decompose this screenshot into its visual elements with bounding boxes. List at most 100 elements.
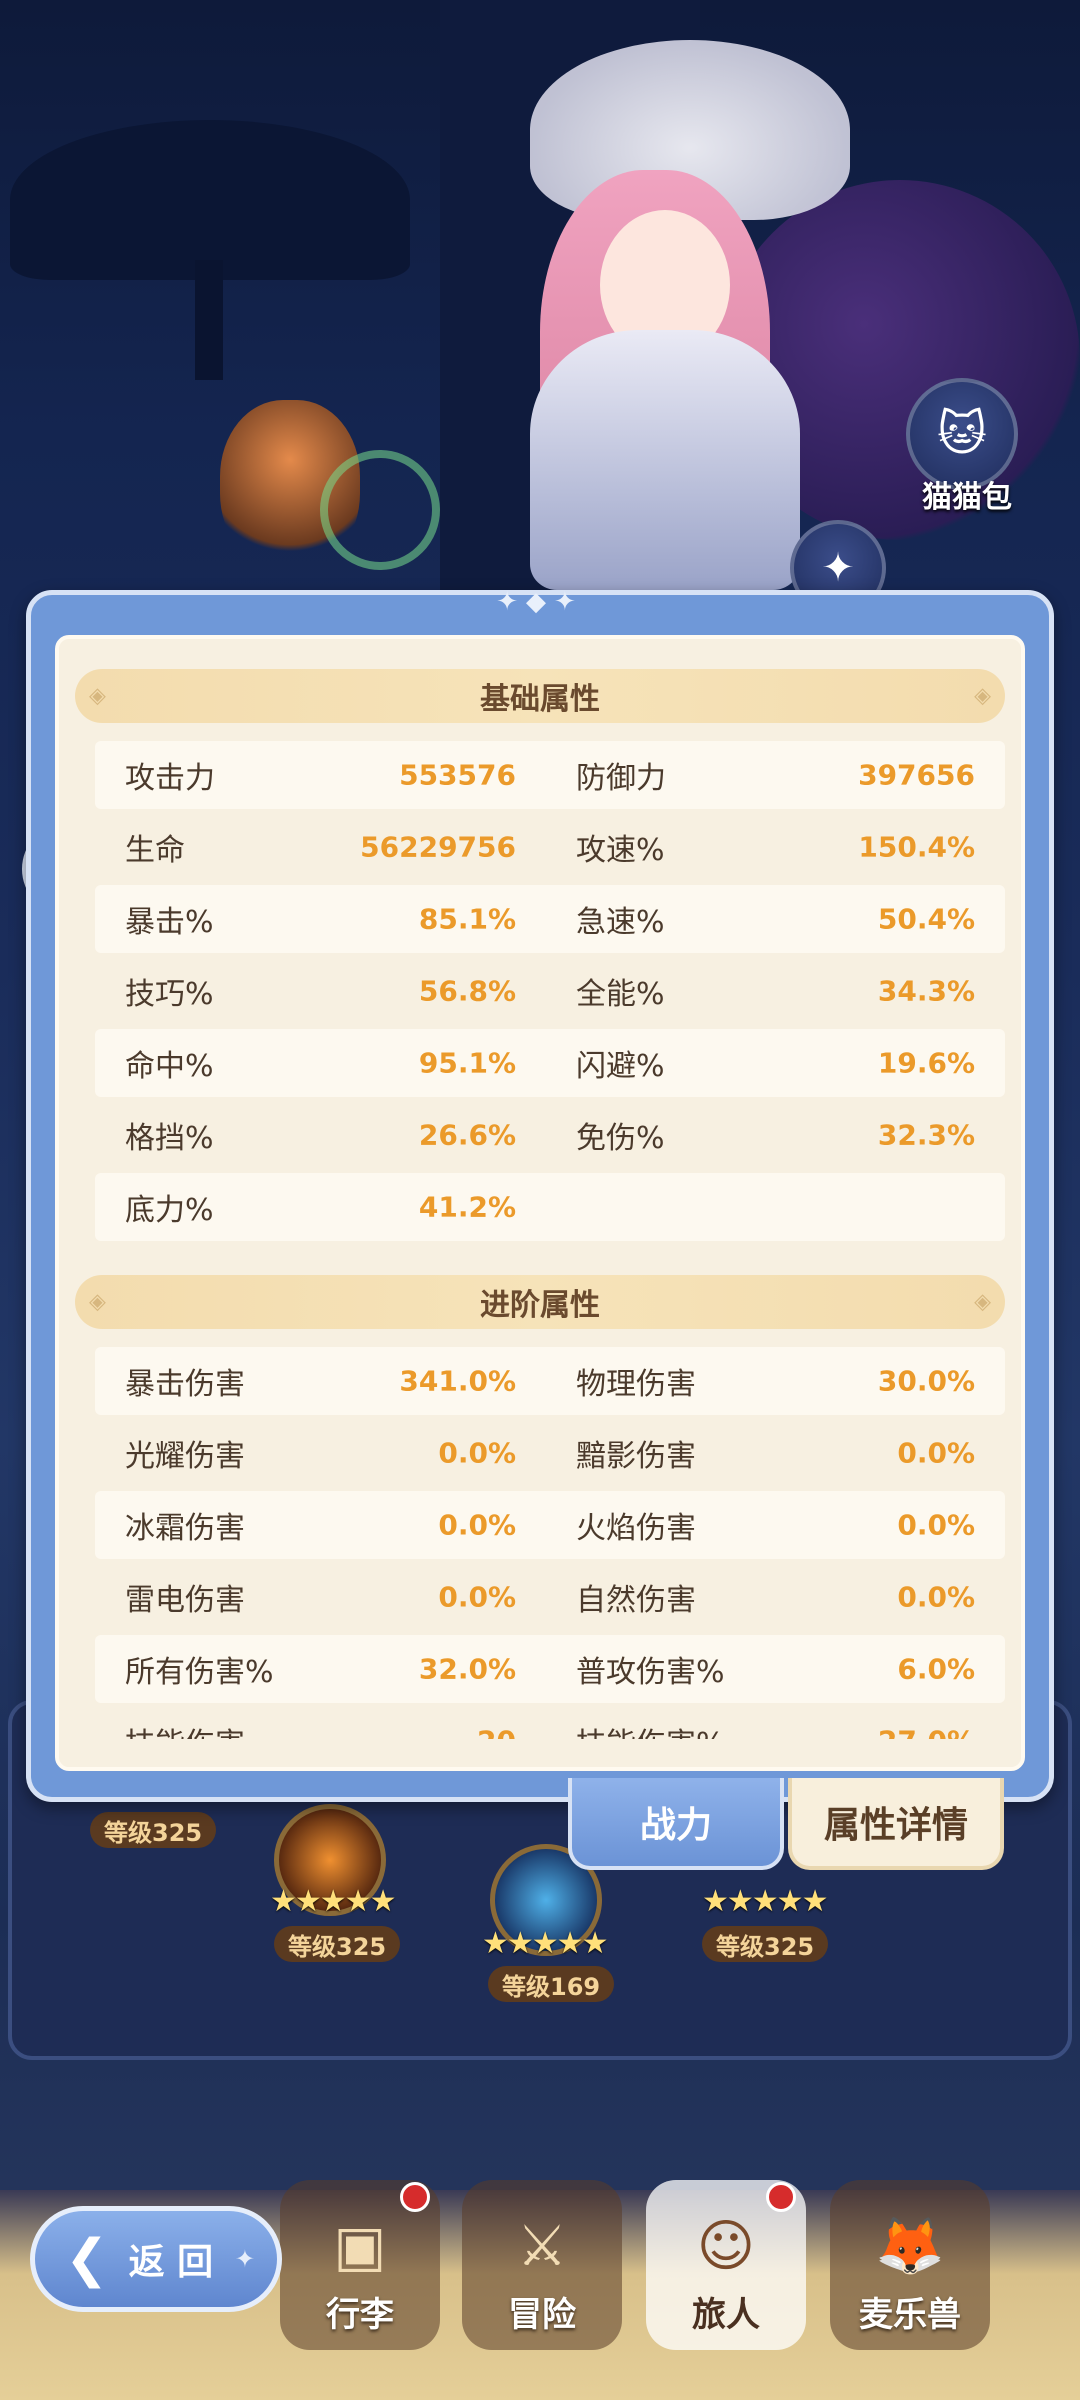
star-rating-icon: ★★★★★ [270,1884,396,1919]
stat-name: 命中% [125,1049,214,1084]
stat-value: 85.1% [418,902,516,936]
back-button[interactable]: ❮ 返 回 ✦ [30,2206,282,2312]
stat-value: 0.0% [897,1580,975,1614]
stat-name: 普攻伤害% [576,1655,725,1690]
stat-row: 所有伤害% 32.0% 普攻伤害% 6.0% [95,1635,1005,1703]
shortcut-icon: ✦ [821,545,855,591]
nav-mailer-beast[interactable]: 🦊 麦乐兽 [830,2180,990,2350]
stat-row: 技巧% 56.8% 全能% 34.3% [95,957,1005,1025]
section-header-advanced: ◈ 进阶属性 ◈ [75,1275,1005,1329]
section-title: 进阶属性 [480,1288,600,1323]
nav-luggage[interactable]: ▣ 行李 [280,2180,440,2350]
stat-value: 341.0% [399,1364,516,1398]
stat-cell: 攻速% 150.4% [550,813,1005,881]
notification-badge [766,2182,796,2212]
stat-value: 95.1% [418,1046,516,1080]
stat-value: 32.0% [418,1652,516,1686]
nav-adventure[interactable]: ⚔ 冒险 [462,2180,622,2350]
chest-icon: ▣ [333,2214,387,2279]
stat-value: 56.8% [418,974,516,1008]
stat-name: 防御力 [576,761,666,796]
nav-label: 麦乐兽 [859,2295,961,2335]
stat-row: 暴击% 85.1% 急速% 50.4% [95,885,1005,953]
stat-value: 30.0% [877,1364,975,1398]
stat-row: 冰霜伤害 0.0% 火焰伤害 0.0% [95,1491,1005,1559]
stat-name: 物理伤害 [576,1367,696,1402]
tab-attribute-details[interactable]: 属性详情 [788,1778,1004,1870]
stat-value: 0.0% [897,1436,975,1470]
section-title: 基础属性 [480,682,600,717]
diamond-icon: ◈ [974,683,991,709]
stat-value: 50.4% [877,902,975,936]
stat-cell: 急速% 50.4% [550,885,1005,953]
crossed-swords-icon: ⚔ [516,2214,568,2279]
stat-name: 黯影伤害 [576,1439,696,1474]
stat-name: 底力% [125,1193,214,1228]
stat-value: 553576 [399,758,516,792]
stat-name: 火焰伤害 [576,1511,696,1546]
stat-row: 光耀伤害 0.0% 黯影伤害 0.0% [95,1419,1005,1487]
stat-cell: 技巧% 56.8% [95,957,550,1025]
nav-traveler[interactable]: ☺ 旅人 [646,2180,806,2350]
stat-name: 所有伤害% [125,1655,274,1690]
stat-name: 暴击伤害 [125,1367,245,1402]
notification-badge [400,2182,430,2212]
character-dress [530,330,800,590]
stat-name: 免伤% [576,1121,665,1156]
stat-cell: 暴击伤害 341.0% [95,1347,550,1415]
stat-cell: 火焰伤害 0.0% [550,1491,1005,1559]
stat-cell: 生命 56229756 [95,813,550,881]
stat-cell: 攻击力 553576 [95,741,550,809]
stat-value: 19.6% [877,1046,975,1080]
stat-cell: 所有伤害% 32.0% [95,1635,550,1703]
fox-icon: 🦊 [875,2214,945,2279]
stat-value: 32.3% [877,1118,975,1152]
stat-cell [550,1173,1005,1241]
stat-value: 150.4% [858,830,975,864]
glow-effect [320,450,440,570]
level-tag: 等级325 [274,1926,401,1962]
stat-cell: 防御力 397656 [550,741,1005,809]
stat-value: 41.2% [418,1190,516,1224]
nav-label: 冒险 [508,2295,576,2335]
stat-cell: 暴击% 85.1% [95,885,550,953]
attribute-dialog: ✦◆✦ ◈ 基础属性 ◈ 攻击力 553576 防御力 397656 生命 56229… [26,587,1054,1802]
section-header-basic: ◈ 基础属性 ◈ [75,669,1005,723]
stat-cell: 物理伤害 30.0% [550,1347,1005,1415]
stat-row: 雷电伤害 0.0% 自然伤害 0.0% [95,1563,1005,1631]
stat-cell: 命中% 95.1% [95,1029,550,1097]
stat-row: 暴击伤害 341.0% 物理伤害 30.0% [95,1347,1005,1415]
stat-row: 命中% 95.1% 闪避% 19.6% [95,1029,1005,1097]
level-tag: 等级325 [90,1812,217,1848]
stat-cell: 雷电伤害 0.0% [95,1563,550,1631]
tree-silhouette [10,120,410,280]
stat-cell: 底力% 41.2% [95,1173,550,1241]
character-icon: ☺ [696,2214,756,2279]
stat-name: 生命 [125,833,185,868]
attribute-list[interactable]: ◈ 基础属性 ◈ 攻击力 553576 防御力 397656 生命 56229756 … [55,635,1025,1771]
stat-cell: 免伤% 32.3% [550,1101,1005,1169]
panel-ornament-icon: ✦◆✦ [496,587,584,617]
nav-label: 旅人 [692,2295,760,2335]
stat-name: 攻击力 [125,761,215,796]
nav-label: 行李 [326,2295,394,2335]
stat-cell: 冰霜伤害 0.0% [95,1491,550,1559]
cat-bag-label: 猫猫包 [922,480,1012,515]
star-rating-icon: ★★★★★ [482,1926,608,1961]
stat-name: 雷电伤害 [125,1583,245,1618]
stat-name: 急速% [576,905,665,940]
stat-value: 56229756 [360,830,516,864]
stat-row: 攻击力 553576 防御力 397656 [95,741,1005,809]
level-tag: 等级169 [488,1966,615,2002]
stat-row: 底力% 41.2% [95,1173,1005,1241]
tree-trunk [195,260,223,380]
stat-cell: 普攻伤害% 6.0% [550,1635,1005,1703]
stat-value: 6.0% [897,1652,975,1686]
stat-value: 34.3% [877,974,975,1008]
tab-combat-power[interactable]: 战力 [568,1778,784,1870]
stat-value: 0.0% [897,1508,975,1542]
stat-name: 格挡% [125,1121,214,1156]
stat-cell: 全能% 34.3% [550,957,1005,1025]
stat-value: 0.0% [438,1508,516,1542]
stat-name: 暴击% [125,905,214,940]
